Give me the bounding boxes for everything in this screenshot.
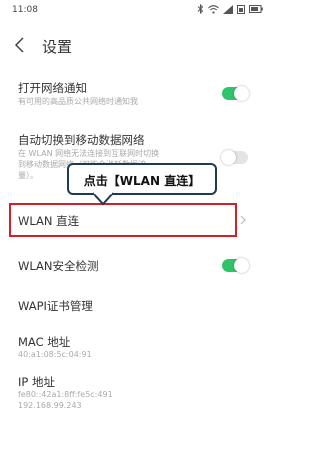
open-network-notify-toggle[interactable] — [222, 86, 249, 101]
callout-bubble: 点击【WLAN 直连】 — [67, 163, 217, 195]
auto-switch-toggle[interactable] — [221, 150, 248, 165]
callout-text: 点击【WLAN 直连】 — [83, 174, 201, 188]
sim-icon — [237, 4, 245, 14]
wlan-security-row[interactable]: WLAN安全检测 — [0, 252, 271, 280]
mac-address-row: MAC 地址 40:a1:08:5c:04:91 — [0, 330, 271, 364]
highlight-box — [9, 203, 237, 237]
wlan-security-toggle[interactable] — [222, 258, 249, 273]
wlan-security-title: WLAN安全检测 — [18, 259, 99, 273]
auto-switch-subtitle-line1: 在 WLAN 网络无法连接到互联网时切换 — [18, 149, 160, 158]
battery-icon — [249, 5, 263, 13]
ip-address-value-line1: fe80::42a1:8ff:fe5c:491 — [18, 390, 113, 399]
ip-address-row: IP 地址 fe80::42a1:8ff:fe5c:491 192.168.99… — [0, 370, 271, 414]
wapi-cert-row[interactable]: WAPI证书管理 — [0, 292, 271, 320]
ip-address-title: IP 地址 — [18, 375, 55, 389]
auto-switch-title: 自动切换到移动数据网络 — [18, 133, 145, 147]
mac-address-title: MAC 地址 — [18, 335, 71, 349]
signal-icon — [223, 4, 233, 14]
open-network-notify-row[interactable]: 打开网络通知 有可用的高品质公共网络时通知我 — [0, 76, 271, 116]
ip-address-value-line2: 192.168.99.243 — [18, 401, 82, 410]
auto-switch-subtitle-line3: 量）。 — [18, 171, 38, 180]
bluetooth-icon — [197, 4, 204, 14]
mac-address-value: 40:a1:08:5c:04:91 — [18, 350, 92, 359]
open-network-notify-subtitle: 有可用的高品质公共网络时通知我 — [18, 97, 138, 106]
toggle-knob — [234, 258, 249, 273]
page-title: 设置 — [42, 38, 73, 56]
back-icon[interactable] — [12, 36, 28, 54]
header: 设置 — [0, 30, 271, 62]
wifi-icon — [208, 4, 219, 14]
status-time: 11:08 — [12, 5, 38, 15]
toggle-knob — [234, 86, 249, 101]
wapi-cert-title: WAPI证书管理 — [18, 299, 93, 313]
callout-tail — [92, 192, 114, 206]
status-icons — [197, 4, 263, 14]
status-bar: 11:08 — [0, 0, 271, 22]
toggle-knob — [221, 150, 236, 165]
open-network-notify-title: 打开网络通知 — [18, 81, 87, 95]
chevron-right-icon — [240, 215, 246, 225]
